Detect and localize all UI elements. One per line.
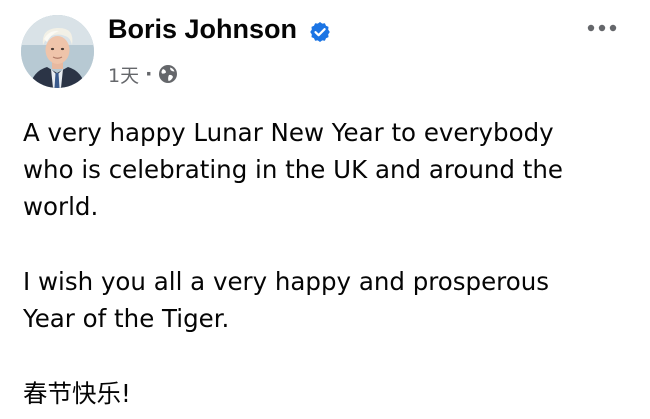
post-text-line: I wish you all a very happy and prospero… bbox=[23, 267, 549, 296]
author-avatar[interactable] bbox=[21, 15, 94, 88]
post-text-line: A very happy Lunar New Year to everybody bbox=[23, 118, 554, 147]
verified-badge-icon bbox=[310, 22, 330, 42]
globe-icon[interactable] bbox=[158, 64, 178, 84]
post-meta: 1天 · bbox=[108, 60, 178, 88]
meta-separator: · bbox=[145, 63, 153, 85]
post-text-line: 春节快乐! bbox=[23, 379, 131, 408]
facebook-post: Boris Johnson 1天 · A very happy Lunar Ne… bbox=[0, 0, 650, 419]
post-text-line: who is celebrating in the UK and around … bbox=[23, 155, 563, 184]
more-options-icon[interactable] bbox=[585, 16, 619, 40]
post-paragraph-1: A very happy Lunar New Year to everybody… bbox=[23, 114, 563, 225]
post-text-line: Year of the Tiger. bbox=[23, 304, 230, 333]
author-name[interactable]: Boris Johnson bbox=[108, 14, 297, 45]
post-paragraph-3: 春节快乐! bbox=[23, 375, 131, 412]
post-timestamp[interactable]: 1天 bbox=[108, 61, 139, 88]
post-text-line: world. bbox=[23, 192, 99, 221]
post-paragraph-2: I wish you all a very happy and prospero… bbox=[23, 263, 549, 337]
author-photo bbox=[21, 15, 94, 88]
